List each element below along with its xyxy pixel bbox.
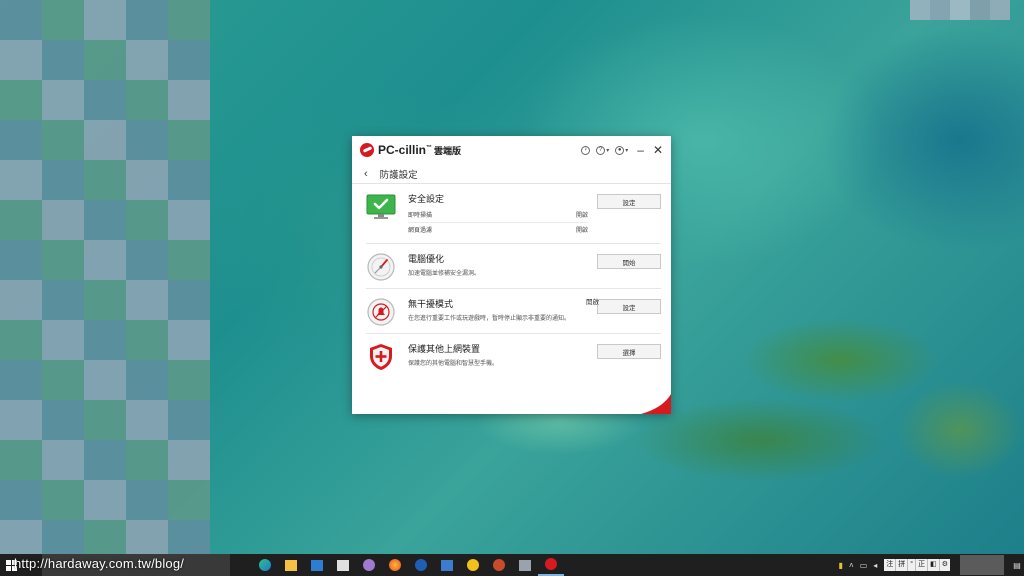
realtime-scan-line: 即時掃描 開啟 — [408, 208, 588, 222]
pccillin-window: PC-cillin™ 雲端版 ♀ ? ▾ ● ▾ – ✕ ‹ 防護設定 安全設定 即… — [352, 136, 671, 414]
protect-devices-select-button[interactable]: 選擇 — [597, 344, 661, 359]
protect-devices-row: 保護其他上網裝置 保護您的其他電腦和智慧型手機。 選擇 — [366, 334, 661, 378]
file-explorer-icon[interactable] — [278, 554, 304, 576]
virtualbox-icon[interactable] — [434, 554, 460, 576]
line-label: 網頁過濾 — [408, 228, 433, 234]
row-description: 保護您的其他電腦和智慧型手機。 — [408, 361, 499, 367]
line-status: 開啟 — [575, 213, 588, 219]
do-not-disturb-row: 無干擾模式 在您進行重要工作或玩遊戲時，暫時停止顯示非重要的通知。 開啟 設定 — [366, 289, 661, 334]
network-icon[interactable]: ▭ — [860, 561, 868, 570]
pc-optimize-start-button[interactable]: 開始 — [597, 254, 661, 269]
page-title: 防護設定 — [379, 169, 418, 181]
ime-traditional[interactable]: 正 — [916, 559, 929, 571]
app-title: PC-cillin™ — [378, 143, 433, 157]
notification-icon[interactable]: ▤ — [1010, 554, 1024, 576]
ime-halfwidth[interactable]: ° — [908, 559, 917, 571]
row-title: 保護其他上網裝置 — [408, 344, 481, 354]
monitor-check-icon — [366, 194, 396, 219]
drive-icon[interactable] — [512, 554, 538, 576]
blurred-desktop-icons — [0, 0, 210, 560]
chevron-up-icon[interactable]: ˄ — [849, 561, 854, 570]
firefox-icon[interactable] — [382, 554, 408, 576]
ccleaner-icon[interactable] — [408, 554, 434, 576]
line-status: 開啟 — [575, 228, 588, 234]
lightbulb-icon[interactable]: ♀ — [581, 145, 591, 155]
store-icon[interactable] — [330, 554, 356, 576]
line-label: 即時掃描 — [408, 213, 433, 219]
dnd-settings-button[interactable]: 設定 — [597, 299, 661, 314]
account-icon[interactable]: ● ▾ — [615, 145, 628, 155]
row-title: 無干擾模式 — [408, 299, 454, 309]
title-bar: PC-cillin™ 雲端版 ♀ ? ▾ ● ▾ – ✕ — [352, 136, 671, 164]
edge-icon[interactable] — [252, 554, 278, 576]
row-description: 在您進行重要工作或玩遊戲時，暫時停止顯示非重要的通知。 — [408, 316, 571, 322]
cloud-icon[interactable] — [356, 554, 382, 576]
ime-settings[interactable]: ⚙ — [940, 559, 950, 571]
tray-app-icon[interactable]: ▮ — [839, 561, 843, 570]
close-button[interactable]: ✕ — [653, 144, 663, 156]
app-edition: 雲端版 — [434, 145, 462, 156]
back-arrow-icon[interactable]: ‹ — [364, 168, 368, 180]
settings-list: 安全設定 即時掃描 開啟 網頁過濾 開啟 設定 電腦優化 加速電腦並修補安全漏洞… — [352, 184, 671, 378]
pinned-apps — [252, 554, 564, 576]
ime-keyboard[interactable]: ◧ — [928, 559, 940, 571]
system-tray: ▮ ˄ ▭ ◂ 注 拼 ° 正 ◧ ⚙ ▤ — [836, 554, 1024, 576]
watermark-url: http://hardaway.com.tw/blog/ — [14, 556, 185, 571]
minimize-button[interactable]: – — [637, 144, 644, 156]
volume-icon[interactable]: ◂ — [873, 561, 877, 570]
web-filter-line: 網頁過濾 開啟 — [408, 222, 588, 237]
security-settings-button[interactable]: 設定 — [597, 194, 661, 209]
gauge-icon — [367, 253, 395, 281]
ime-pinyin[interactable]: 拼 — [896, 559, 909, 571]
blurred-corner-area — [910, 0, 1010, 20]
alarm-mute-icon — [367, 298, 395, 326]
brand-swoosh-decoration — [641, 394, 671, 414]
mail-icon[interactable] — [304, 554, 330, 576]
row-title: 電腦優化 — [408, 254, 445, 264]
dnd-status: 開啟 — [586, 299, 599, 306]
shield-plus-icon — [370, 344, 392, 370]
row-title: 安全設定 — [408, 194, 445, 204]
security-settings-row: 安全設定 即時掃描 開啟 網頁過濾 開啟 設定 — [366, 184, 661, 244]
app-icon[interactable] — [486, 554, 512, 576]
pc-optimize-row: 電腦優化 加速電腦並修補安全漏洞。 開始 — [366, 244, 661, 289]
pccillin-icon[interactable] — [538, 554, 564, 576]
ime-zhuyin[interactable]: 注 — [884, 559, 897, 571]
row-description: 加速電腦並修補安全漏洞。 — [408, 271, 481, 277]
help-icon[interactable]: ? ▾ — [596, 145, 609, 155]
clock-blurred[interactable] — [960, 555, 1004, 575]
trend-micro-logo-icon — [360, 143, 374, 157]
ime-toolbar: 注 拼 ° 正 ◧ ⚙ — [884, 559, 950, 571]
nav-bar: ‹ 防護設定 — [352, 164, 671, 184]
norton-icon[interactable] — [460, 554, 486, 576]
